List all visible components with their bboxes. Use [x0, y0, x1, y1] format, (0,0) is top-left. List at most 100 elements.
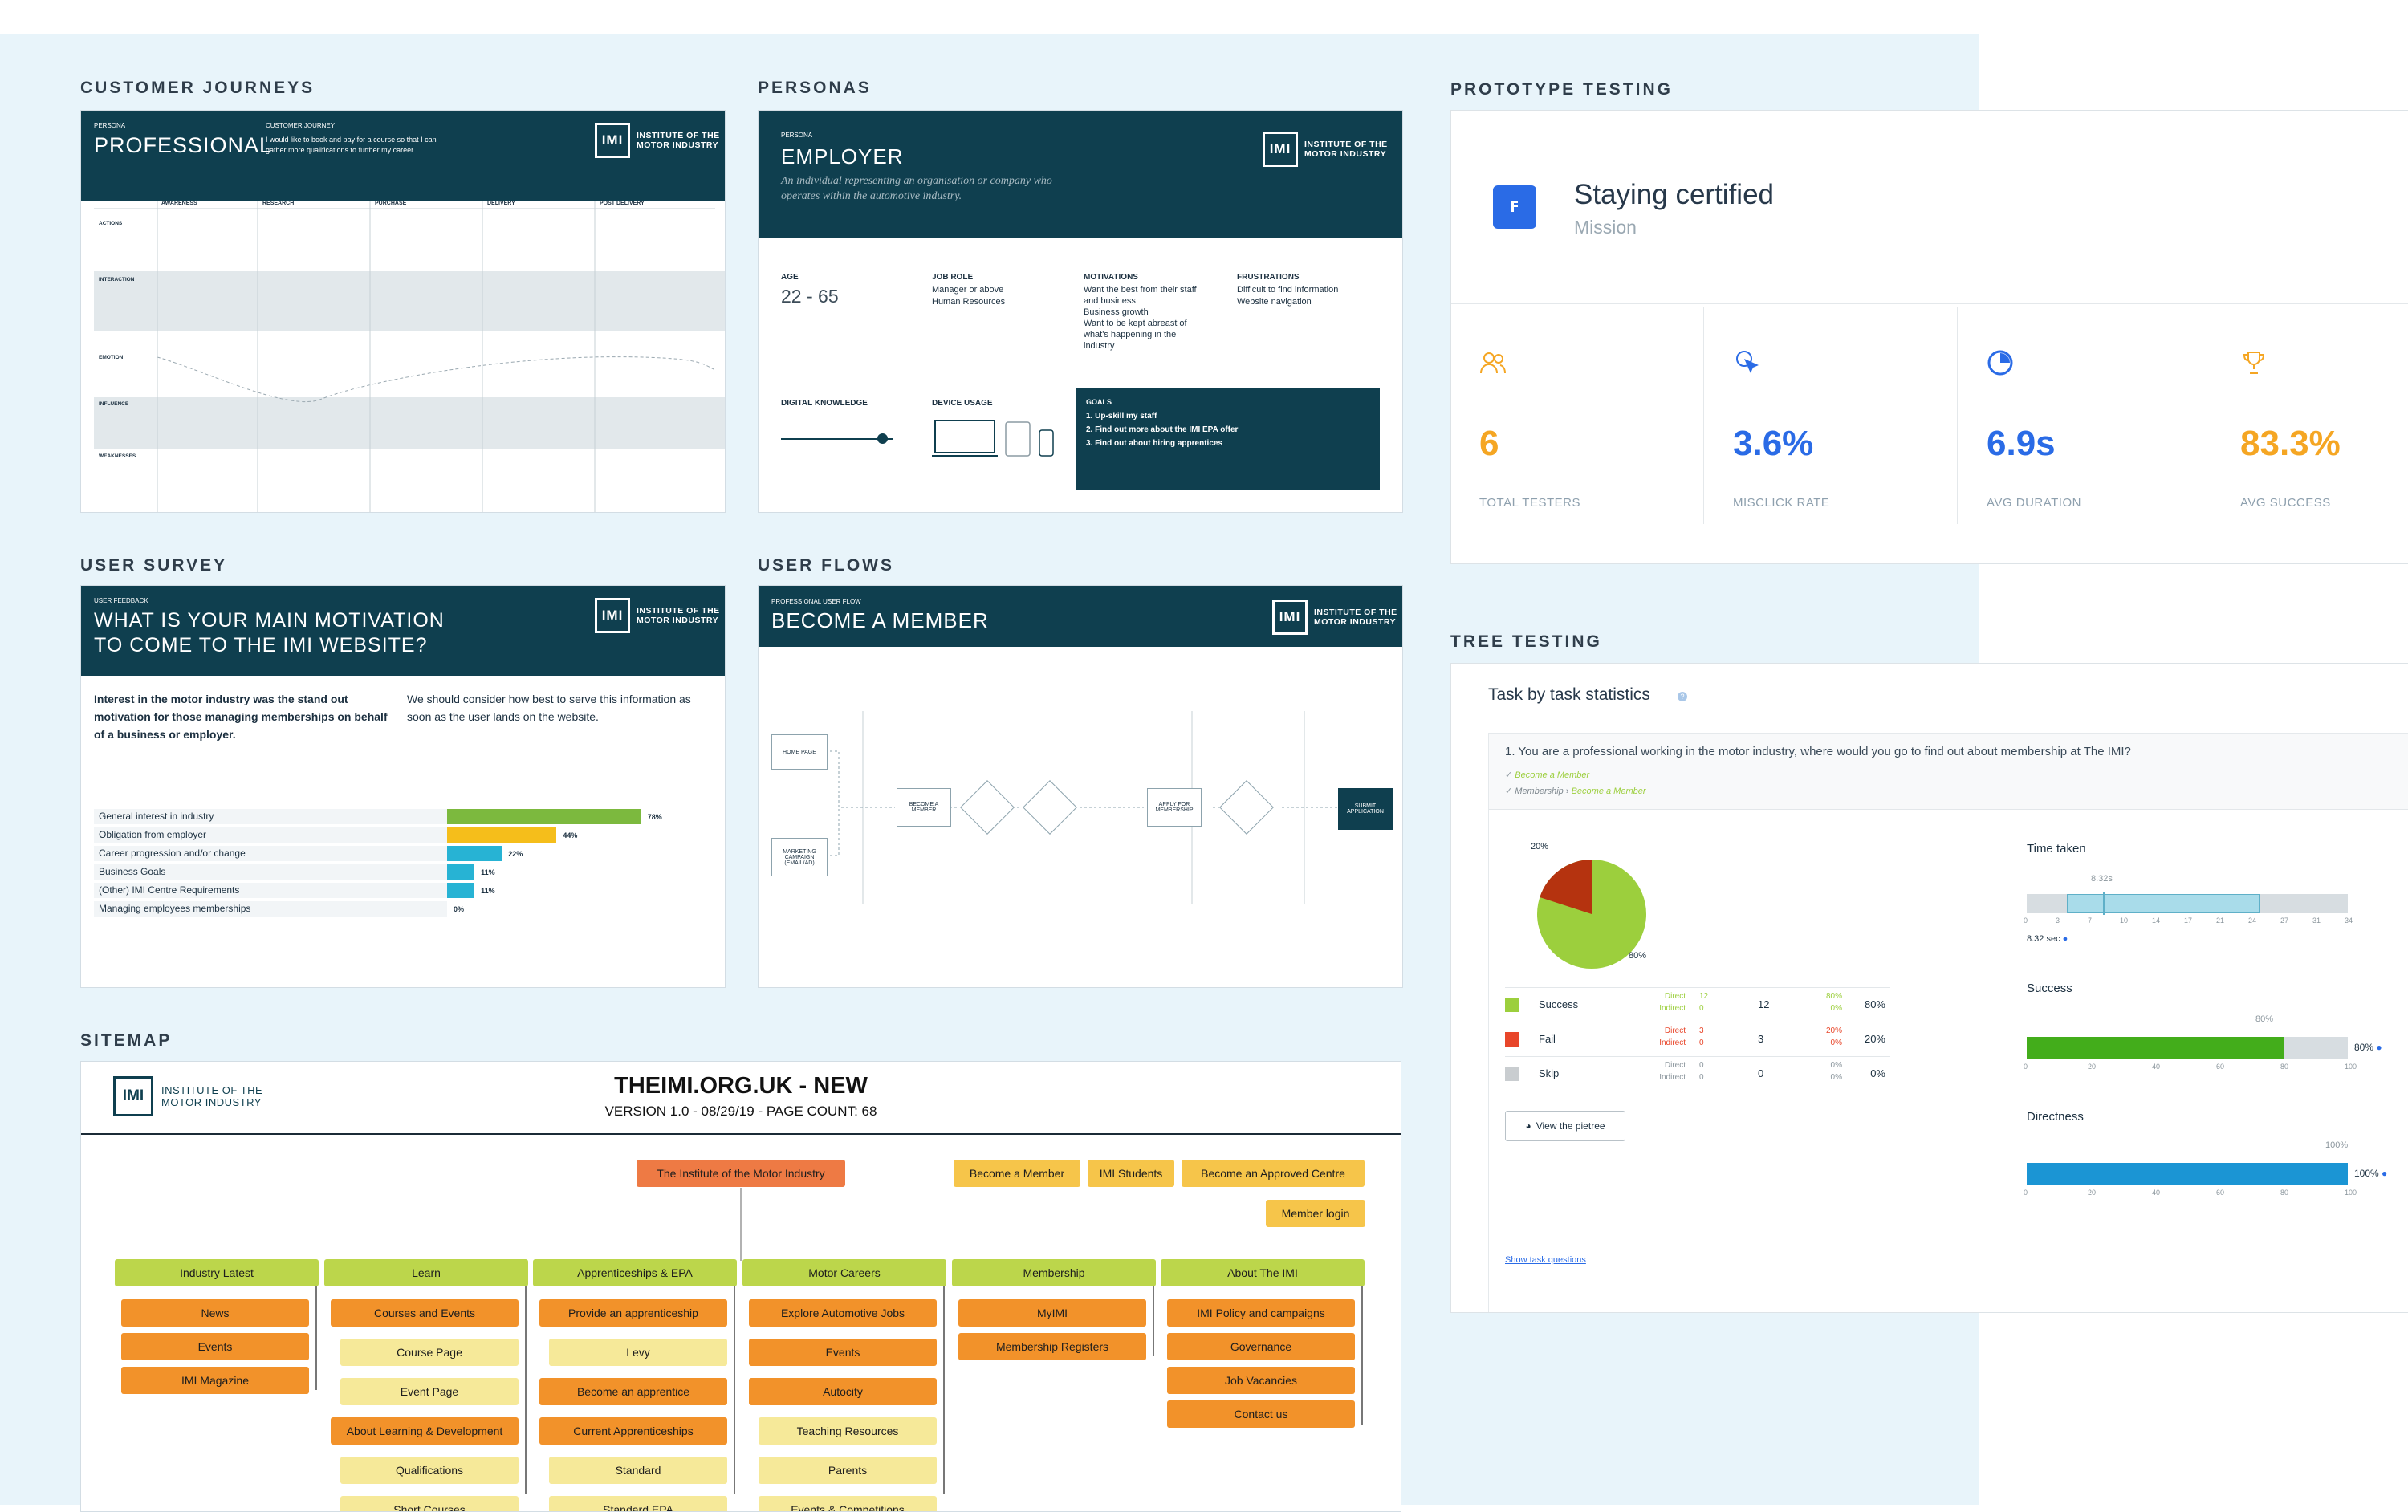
sitemap-page[interactable]: Governance: [1167, 1333, 1355, 1360]
survey-bar: [447, 864, 475, 880]
metric-value: 83.3%: [2240, 424, 2341, 463]
persona-device-label: DEVICE USAGE: [932, 399, 993, 408]
sitemap-section-head[interactable]: Membership: [952, 1259, 1156, 1286]
result-indirect-pct: 0%: [1830, 1073, 1842, 1082]
sitemap-page[interactable]: Explore Automotive Jobs: [749, 1299, 937, 1327]
clock-pie-icon: [1987, 350, 2013, 376]
result-name: Fail: [1539, 1033, 1556, 1045]
result-name: Skip: [1539, 1067, 1560, 1079]
sitemap-page[interactable]: Provide an apprenticeship: [539, 1299, 727, 1327]
imi-logo-line2: MOTOR INDUSTRY: [1304, 149, 1387, 159]
sitemap-page[interactable]: Parents: [759, 1457, 937, 1484]
user-survey-card[interactable]: USER FEEDBACK WHAT IS YOUR MAIN MOTIVATI…: [80, 585, 726, 988]
sitemap-page[interactable]: Standard: [549, 1457, 727, 1484]
persona-description: An individual representing an organisati…: [781, 175, 1052, 202]
sitemap-page[interactable]: Autocity: [749, 1378, 937, 1405]
sitemap-section-head[interactable]: Apprenticeships & EPA: [533, 1259, 737, 1286]
imi-logo-line1: INSTITUTE OF THE: [637, 606, 720, 616]
result-direct-pct: 80%: [1825, 992, 1842, 1001]
customer-journey-card[interactable]: PERSONA PROFESSIONAL CUSTOMER JOURNEY I …: [80, 110, 726, 513]
result-count: 12: [1758, 998, 1770, 1010]
result-indirect-count: 0: [1699, 1073, 1704, 1082]
journey-cj-text: I would like to book and pay for a cours…: [266, 136, 437, 154]
sitemap-page[interactable]: IMI Policy and campaigns: [1167, 1299, 1355, 1327]
section-title-prototype-testing: PROTOTYPE TESTING: [1450, 80, 1673, 99]
imi-logo-mark: IMI: [595, 123, 630, 158]
sitemap-card[interactable]: IMI INSTITUTE OF THE MOTOR INDUSTRY THEI…: [80, 1061, 1401, 1512]
metric-value: 3.6%: [1733, 424, 1814, 463]
task-path-1: ✓ Become a Member: [1505, 770, 1590, 780]
result-indirect-count: 0: [1699, 1004, 1704, 1013]
flow-node-submit[interactable]: SUBMIT APPLICATION: [1338, 788, 1393, 830]
view-pietree-button[interactable]: ◕ View the pietree: [1505, 1111, 1625, 1141]
sitemap-page[interactable]: Become an apprentice: [539, 1378, 727, 1405]
survey-bar-row: Business Goals 11%: [94, 864, 704, 880]
persona-motivation-item: Want to be kept abreast of what's happen…: [1084, 319, 1187, 351]
sitemap-page[interactable]: Events: [121, 1333, 309, 1360]
sitemap-page[interactable]: MyIMI: [958, 1299, 1146, 1327]
tree-title: Task by task statistics: [1488, 685, 1650, 704]
sitemap-page[interactable]: Events: [749, 1339, 937, 1366]
success-axis: 0 20 40 60 80 100: [2024, 1063, 2357, 1074]
user-flows-card[interactable]: PROFESSIONAL USER FLOW BECOME A MEMBER I…: [758, 585, 1403, 988]
info-icon[interactable]: ●: [2382, 1168, 2387, 1179]
sitemap-page[interactable]: Teaching Resources: [759, 1417, 937, 1445]
sitemap-page[interactable]: News: [121, 1299, 309, 1327]
imi-logo-line1: INSTITUTE OF THE: [1304, 140, 1388, 149]
survey-bar-label: Managing employees memberships: [94, 901, 447, 917]
trophy-icon: [2243, 352, 2265, 374]
flow-node-home[interactable]: HOME PAGE: [771, 734, 828, 770]
persona-goals-list: 1. Up-skill my staff 2. Find out more ab…: [1086, 409, 1238, 450]
sitemap-section-head[interactable]: Motor Careers: [742, 1259, 946, 1286]
axis-tick: 0: [2024, 1189, 2028, 1197]
prototype-mission-subtitle: Mission: [1574, 217, 1637, 238]
time-taken-median-line: [2103, 892, 2105, 915]
persona-frustration-item: Difficult to find information: [1237, 285, 1339, 295]
flow-node-marketing[interactable]: MARKETING CAMPAIGN (EMAIL/AD): [771, 838, 828, 876]
info-icon[interactable]: ●: [2063, 934, 2068, 944]
sitemap-connector: [1361, 1286, 1363, 1425]
axis-tick: 10: [2120, 917, 2129, 925]
info-icon[interactable]: ●: [2376, 1042, 2382, 1053]
sitemap-page[interactable]: Levy: [549, 1339, 727, 1366]
flow-node-apply[interactable]: APPLY FOR MEMBERSHIP: [1147, 788, 1202, 827]
axis-tick: 34: [2345, 917, 2353, 925]
sitemap-page[interactable]: Current Apprenticeships: [539, 1417, 727, 1445]
pie-icon: ◕: [1525, 1120, 1531, 1132]
sitemap-page[interactable]: Courses and Events: [331, 1299, 519, 1327]
persona-card[interactable]: PERSONA EMPLOYER An individual represent…: [758, 110, 1403, 513]
sitemap-page[interactable]: Short Courses: [340, 1496, 519, 1511]
persona-frustrations-list: Difficult to find information Website na…: [1237, 284, 1381, 308]
persona-job-item: Manager or above: [932, 285, 1004, 295]
sitemap-page[interactable]: Events & Competitions: [759, 1496, 937, 1511]
help-icon[interactable]: ?: [1678, 692, 1687, 701]
sitemap-page[interactable]: IMI Magazine: [121, 1367, 309, 1394]
prototype-testing-card[interactable]: Staying certified Mission 6 TOTAL TESTER…: [1450, 110, 2408, 564]
sitemap-section-head[interactable]: Industry Latest: [115, 1259, 319, 1286]
result-row: Skip Direct Indirect 0 0 0 0% 0% 0%: [1505, 1056, 1890, 1091]
result-name: Success: [1539, 998, 1579, 1010]
survey-bar-pct: 22%: [508, 849, 523, 858]
sitemap-connector: [734, 1286, 735, 1494]
survey-bar: [447, 846, 502, 861]
sitemap-section-head[interactable]: About The IMI: [1161, 1259, 1365, 1286]
sitemap-page[interactable]: Contact us: [1167, 1400, 1355, 1428]
pie-label-fail: 20%: [1531, 842, 1549, 852]
task-panel: 1. You are a professional working in the…: [1488, 733, 2408, 1312]
mission-icon: [1493, 185, 1536, 229]
flow-node-become-member[interactable]: BECOME A MEMBER: [897, 788, 951, 827]
sitemap-page[interactable]: Qualifications: [340, 1457, 519, 1484]
sitemap-page[interactable]: About Learning & Development: [331, 1417, 519, 1445]
sitemap-section-head[interactable]: Learn: [324, 1259, 528, 1286]
sitemap-page[interactable]: Course Page: [340, 1339, 519, 1366]
sitemap-page[interactable]: Event Page: [340, 1378, 519, 1405]
show-task-questions-link[interactable]: Show task questions: [1505, 1255, 1586, 1265]
sitemap-page[interactable]: Membership Registers: [958, 1333, 1146, 1360]
journey-row-label: EMOTION: [99, 355, 124, 360]
tree-testing-card[interactable]: Task by task statistics ? 1. You are a p…: [1450, 663, 2408, 1313]
persona-job-list: Manager or above Human Resources: [932, 284, 1005, 308]
sitemap-columns: Industry Latest News Events IMI Magazine Lea…: [81, 1062, 1401, 1511]
sitemap-page[interactable]: Standard EPA: [549, 1496, 727, 1511]
axis-tick: 40: [2152, 1063, 2161, 1071]
sitemap-page[interactable]: Job Vacancies: [1167, 1367, 1355, 1394]
